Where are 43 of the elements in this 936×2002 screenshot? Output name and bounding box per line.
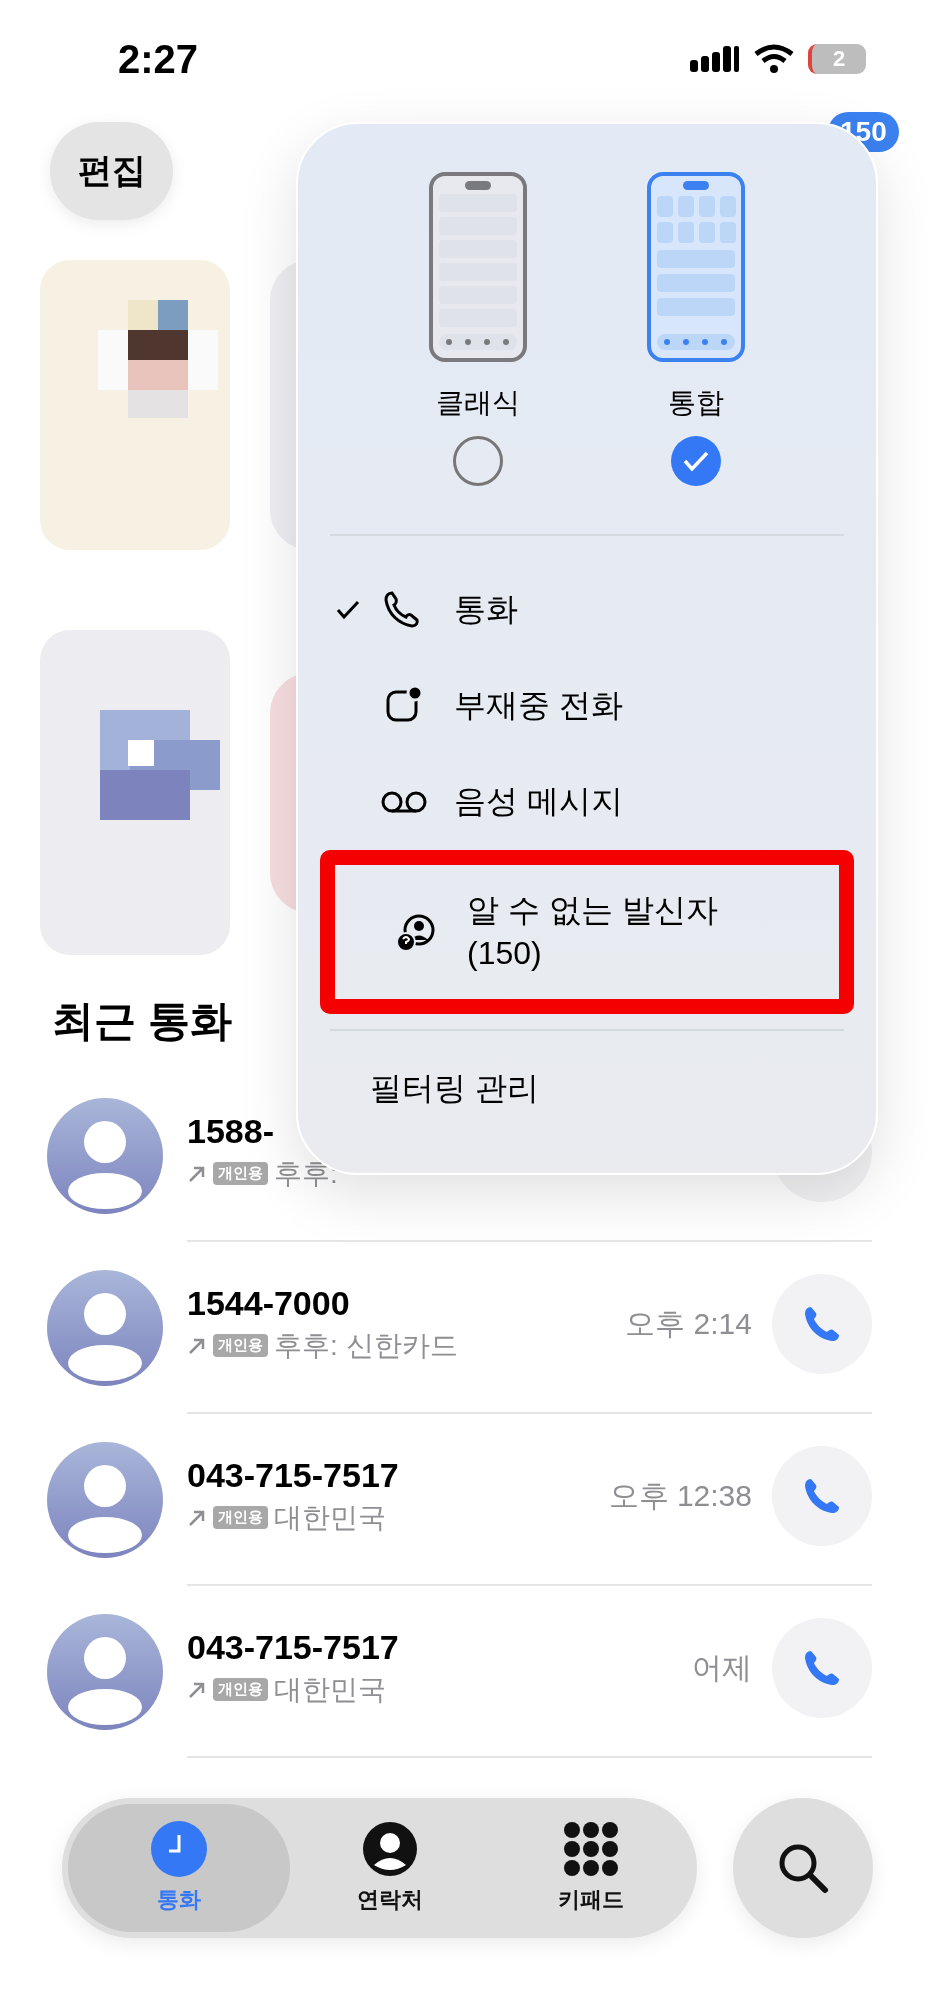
menu-item[interactable]: 통화 <box>330 562 844 658</box>
call-detail: 대한민국 <box>274 1500 386 1535</box>
label-tag: 개인용 <box>213 1334 268 1357</box>
phone-icon <box>802 1304 842 1344</box>
radio-button[interactable] <box>453 436 503 486</box>
call-time: 오후 2:14 <box>625 1305 752 1342</box>
contact-avatar-icon <box>47 1614 163 1730</box>
contact-avatar-icon <box>47 1098 163 1214</box>
wifi-icon <box>754 44 794 74</box>
status-time: 2:27 <box>118 35 200 82</box>
option-label: 통합 <box>668 386 724 420</box>
clock-icon <box>151 1821 207 1877</box>
menu-item[interactable]: 알 수 없는 발신자 (150) <box>320 850 854 1014</box>
phone-number: 1588- <box>187 1111 275 1151</box>
call-time: 오후 12:38 <box>608 1477 752 1514</box>
phone-icon <box>802 1476 842 1516</box>
phone-number: 043-715-7517 <box>187 1627 400 1667</box>
phone-icon <box>802 1648 842 1688</box>
contact-avatar-icon <box>47 1442 163 1558</box>
call-detail: 후후: <box>274 1156 338 1191</box>
battery-icon: 2 <box>808 44 866 74</box>
keypad-icon <box>562 1821 619 1877</box>
section-title: 최근 통화 <box>52 996 232 1046</box>
label-tag: 개인용 <box>213 1678 268 1701</box>
signal-icon <box>690 44 740 74</box>
phone-number: 043-715-7517 <box>187 1455 400 1495</box>
option-label: 클래식 <box>436 386 520 420</box>
menu-item[interactable]: 부재중 전화 <box>330 658 844 754</box>
label-tag: 개인용 <box>213 1162 268 1185</box>
filter-settings-item[interactable]: 필터링 관리 <box>330 1029 844 1111</box>
person-icon <box>362 1821 419 1877</box>
tab[interactable]: 연락처 <box>290 1804 491 1932</box>
contact-avatar-icon <box>47 1270 163 1386</box>
call-time: 어제 <box>692 1649 752 1686</box>
checkmark-icon <box>683 450 709 472</box>
label-tag: 개인용 <box>213 1506 268 1529</box>
call-detail: 후후: 신한카드 <box>274 1328 458 1363</box>
tab[interactable]: 키패드 <box>490 1804 691 1932</box>
radio-button[interactable] <box>671 436 721 486</box>
phone-number: 1544-7000 <box>187 1283 351 1323</box>
edit-button[interactable]: 편집 <box>50 122 173 220</box>
call-detail: 대한민국 <box>274 1672 386 1707</box>
menu-item[interactable]: 음성 메시지 <box>330 754 844 850</box>
